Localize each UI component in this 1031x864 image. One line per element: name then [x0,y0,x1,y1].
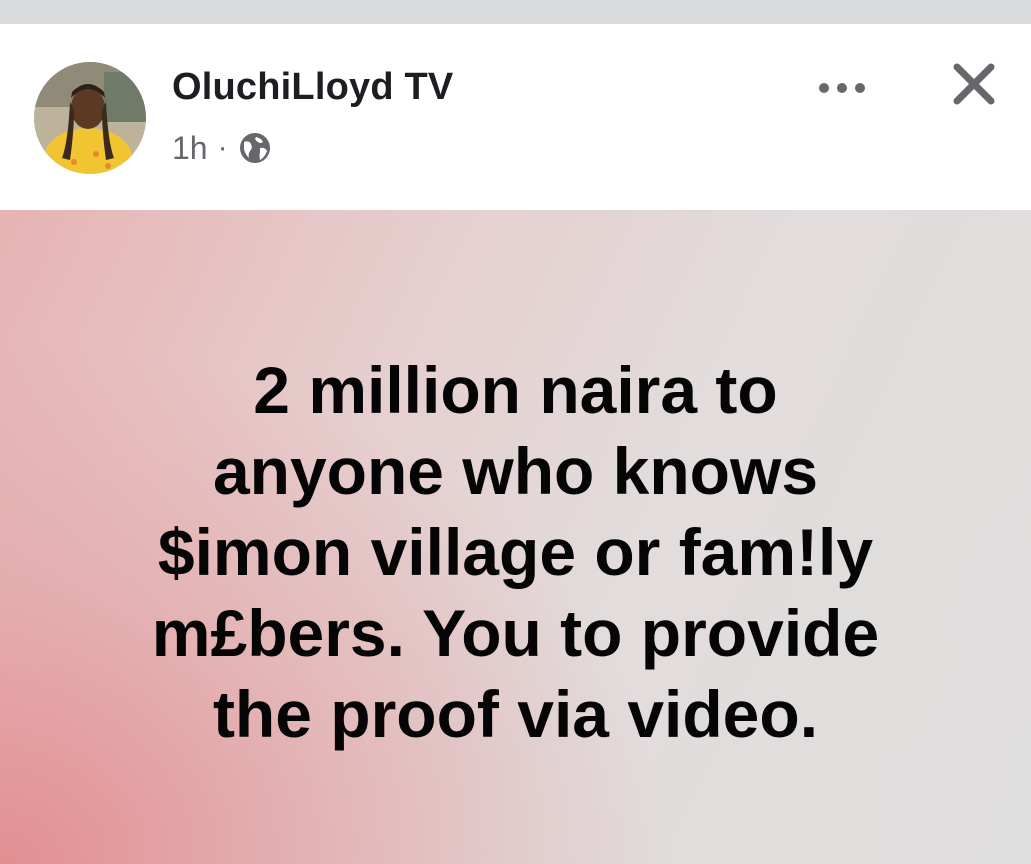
meta-separator: · [217,131,228,164]
avatar-photo [34,62,146,174]
avatar[interactable] [34,62,146,174]
post-text: 2 million naira to anyone who knows $imo… [151,353,880,751]
post-time[interactable]: 1h [172,130,208,167]
post-meta: 1h · [172,128,272,168]
globe-icon[interactable] [238,131,272,165]
author-name[interactable]: OluchiLloyd TV [172,66,453,109]
facebook-post-screen: OluchiLloyd TV 1h · 2 million naira to a… [0,0,1031,864]
post-background-card: 2 million naira to anyone who knows $imo… [0,210,1031,864]
close-button[interactable] [942,52,1006,116]
post-header: OluchiLloyd TV 1h · [0,24,1031,210]
more-options-button[interactable] [812,68,872,108]
more-options-icon [819,83,865,93]
close-icon [953,63,995,105]
top-divider [0,0,1031,24]
